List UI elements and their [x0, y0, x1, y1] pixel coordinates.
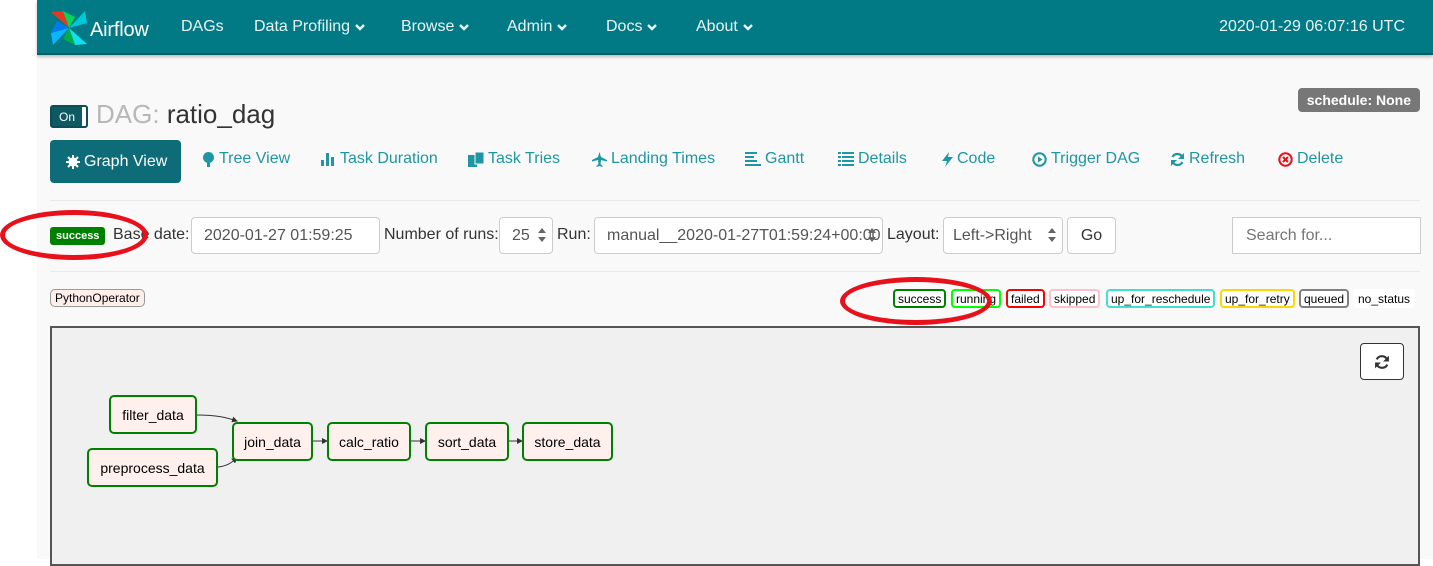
go-button[interactable]: Go	[1067, 217, 1116, 254]
legend-operator-python: PythonOperator	[50, 289, 145, 307]
page-title: DAG: ratio_dag	[96, 99, 275, 130]
legend-state-failed[interactable]: failed	[1006, 289, 1045, 308]
airflow-logo-icon	[49, 9, 89, 52]
task-node-join-data[interactable]: join_data	[232, 422, 313, 461]
tab-code[interactable]: Code	[942, 150, 995, 168]
align-left-icon	[745, 152, 761, 166]
navbar: Airflow DAGs Data Profiling Browse Admin…	[37, 0, 1433, 55]
duplicate-icon	[468, 151, 484, 167]
nav-docs[interactable]: Docs	[606, 18, 658, 36]
list-icon	[838, 152, 854, 166]
schedule-badge: schedule: None	[1297, 88, 1420, 112]
nav-data-profiling-label: Data Profiling	[254, 18, 351, 35]
run-state-badge: success	[50, 227, 106, 245]
refresh-icon	[1375, 354, 1389, 369]
tab-task-duration-label: Task Duration	[340, 150, 438, 167]
task-node-preprocess-data[interactable]: preprocess_data	[87, 448, 218, 487]
tab-details[interactable]: Details	[838, 150, 907, 168]
tab-task-tries-label: Task Tries	[488, 150, 561, 167]
legend-state-no-status[interactable]: no_status	[1353, 289, 1416, 308]
num-runs-select[interactable]: 25	[499, 217, 553, 254]
divider	[50, 271, 1420, 272]
nav-dags[interactable]: DAGs	[181, 18, 224, 36]
tab-refresh-label: Refresh	[1189, 150, 1246, 167]
nav-browse-label: Browse	[401, 18, 455, 35]
tab-trigger-dag-label: Trigger DAG	[1051, 150, 1141, 167]
tab-landing-times-label: Landing Times	[611, 150, 716, 167]
asterisk-icon	[66, 154, 80, 169]
divider	[50, 200, 1420, 201]
task-node-store-data[interactable]: store_data	[522, 422, 613, 461]
legend-state-running[interactable]: running	[951, 289, 1002, 308]
remove-circle-icon	[1278, 151, 1293, 167]
nav-browse[interactable]: Browse	[401, 18, 470, 36]
layout-label: Layout:	[887, 226, 940, 243]
utc-clock: 2020-01-29 06:07:16 UTC	[1219, 18, 1405, 35]
task-node-calc-ratio[interactable]: calc_ratio	[327, 422, 411, 461]
plane-icon	[592, 151, 607, 167]
tab-graph-view[interactable]: Graph View	[50, 140, 181, 183]
graph-refresh-button[interactable]	[1360, 343, 1404, 380]
flash-icon	[942, 151, 953, 167]
base-date-label: Base date:	[113, 226, 190, 243]
legend-state-queued[interactable]: queued	[1299, 289, 1350, 308]
tab-code-label: Code	[957, 150, 996, 167]
select-arrows-icon	[1048, 228, 1056, 242]
brand[interactable]: Airflow	[49, 9, 149, 52]
nav-admin-label: Admin	[507, 18, 553, 35]
tab-task-tries[interactable]: Task Tries	[468, 150, 560, 168]
play-circle-icon	[1032, 151, 1047, 167]
tab-delete[interactable]: Delete	[1278, 150, 1343, 168]
layout-value: Left->Right	[953, 226, 1032, 244]
layout-select[interactable]: Left->Right	[943, 217, 1063, 254]
brand-name: Airflow	[90, 19, 149, 41]
run-select[interactable]: manual__2020-01-27T01:59:24+00:00	[594, 217, 883, 254]
task-node-filter-data[interactable]: filter_data	[109, 395, 197, 434]
tab-landing-times[interactable]: Landing Times	[592, 150, 715, 168]
nav-about-label: About	[696, 18, 738, 35]
nav-dags-label: DAGs	[181, 18, 224, 35]
chevron-down-icon	[355, 24, 365, 31]
num-runs-value: 25	[512, 226, 530, 244]
select-arrows-icon	[868, 228, 876, 242]
legend-state-up-for-retry[interactable]: up_for_retry	[1220, 289, 1295, 308]
num-runs-label: Number of runs:	[384, 226, 499, 243]
tab-trigger-dag[interactable]: Trigger DAG	[1032, 150, 1140, 168]
tab-details-label: Details	[858, 150, 907, 167]
dag-title-prefix: DAG:	[96, 99, 160, 129]
tab-tree-view[interactable]: Tree View	[202, 150, 290, 168]
refresh-icon	[1170, 152, 1185, 167]
dag-pause-toggle[interactable]: On	[50, 105, 88, 128]
run-value: manual__2020-01-27T01:59:24+00:00	[607, 226, 881, 244]
tab-gantt[interactable]: Gantt	[745, 150, 804, 168]
base-date-input[interactable]: 2020-01-27 01:59:25	[191, 217, 380, 254]
select-arrows-icon	[538, 228, 546, 242]
task-node-sort-data[interactable]: sort_data	[425, 422, 509, 461]
chevron-down-icon	[647, 24, 658, 31]
nav-docs-label: Docs	[606, 18, 643, 35]
search-input[interactable]	[1232, 217, 1421, 254]
legend-state-up-for-reschedule[interactable]: up_for_reschedule	[1106, 289, 1216, 308]
tab-task-duration[interactable]: Task Duration	[321, 150, 438, 168]
run-label: Run:	[557, 226, 591, 243]
tab-refresh[interactable]: Refresh	[1170, 150, 1245, 168]
nav-about[interactable]: About	[696, 18, 753, 36]
nav-data-profiling[interactable]: Data Profiling	[254, 18, 365, 36]
legend-state-skipped[interactable]: skipped	[1049, 289, 1101, 308]
legend-state-success[interactable]: success	[893, 289, 947, 308]
tree-icon	[202, 151, 215, 167]
bar-chart-icon	[321, 152, 336, 166]
tab-tree-view-label: Tree View	[219, 150, 291, 167]
nav-admin[interactable]: Admin	[507, 18, 568, 36]
toggle-on-label: On	[52, 107, 82, 126]
tab-gantt-label: Gantt	[765, 150, 805, 167]
dag-id: ratio_dag	[166, 99, 276, 129]
chevron-down-icon	[557, 24, 568, 31]
base-date-value: 2020-01-27 01:59:25	[204, 226, 353, 244]
chevron-down-icon	[742, 24, 753, 31]
tab-delete-label: Delete	[1297, 150, 1344, 167]
tab-graph-view-label: Graph View	[84, 152, 168, 170]
chevron-down-icon	[459, 24, 470, 31]
